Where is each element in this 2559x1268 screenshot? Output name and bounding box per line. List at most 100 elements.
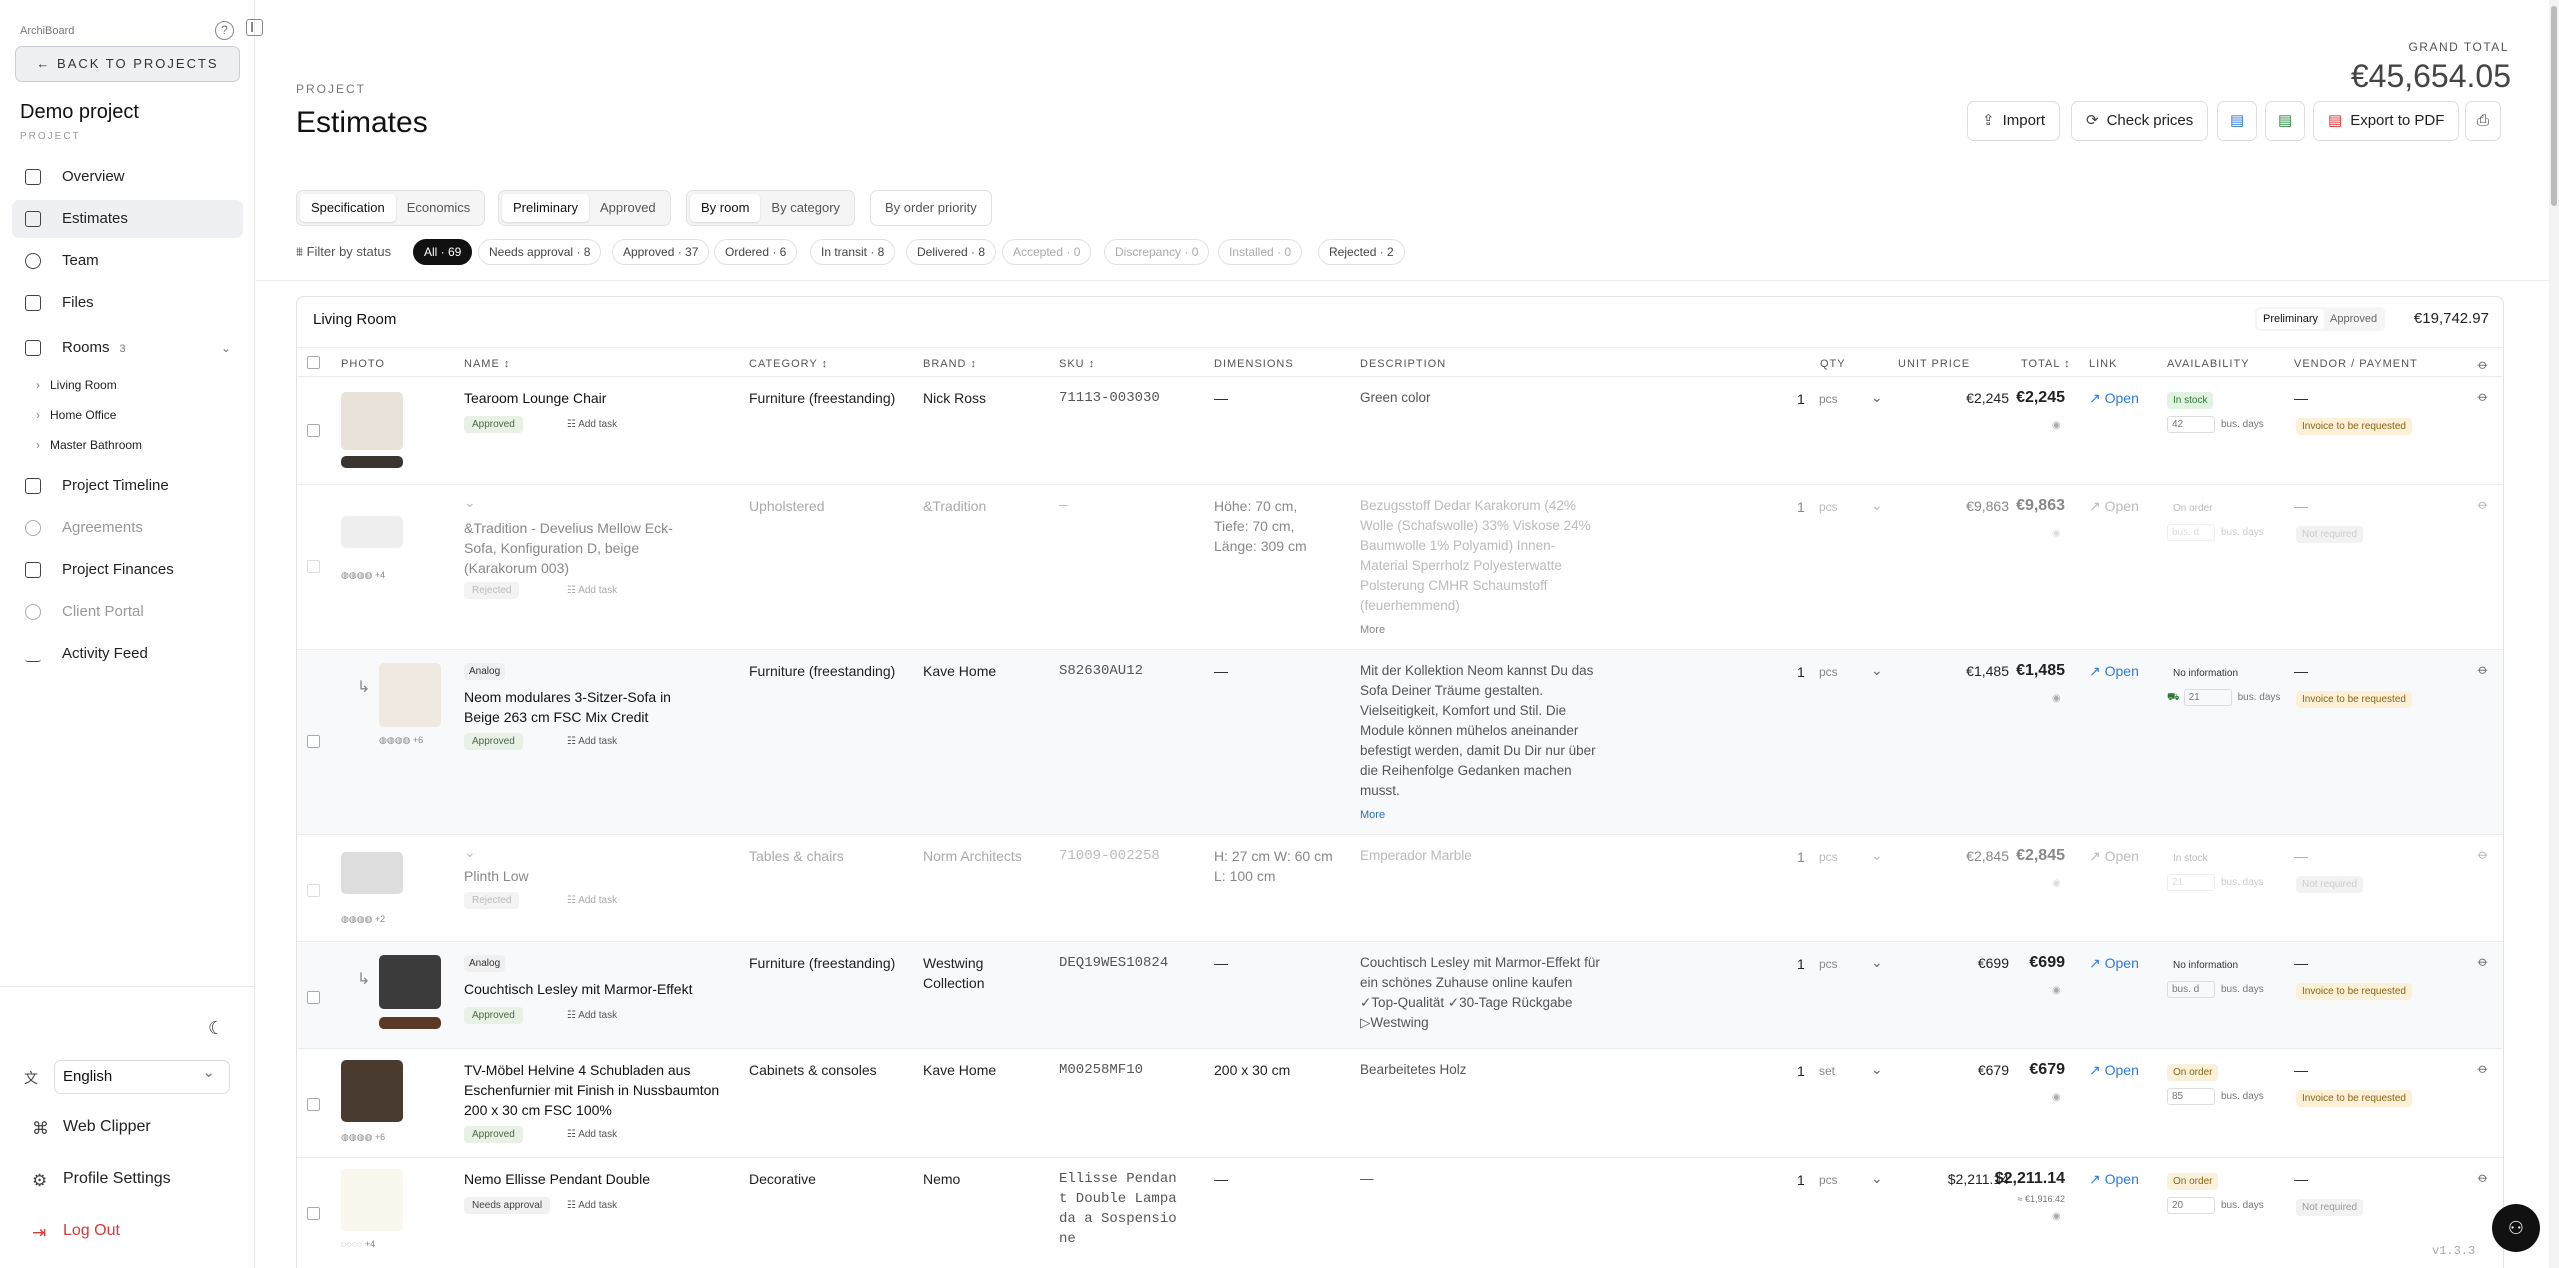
photo-variants[interactable]: ◍◍◍◍ +2: [341, 914, 385, 925]
export-excel-button[interactable]: ▤: [2265, 101, 2306, 141]
eye-icon[interactable]: ◉: [2052, 878, 2061, 889]
product-photo[interactable]: [341, 1060, 403, 1122]
tab-by-room[interactable]: By room: [690, 194, 761, 222]
col-category[interactable]: CATEGORY ↕: [749, 358, 828, 370]
item-unit-price[interactable]: €9,863: [1919, 496, 2009, 516]
product-thumbnail[interactable]: [379, 1017, 441, 1029]
chevron-down-icon[interactable]: ⌄: [1871, 660, 1883, 680]
item-name[interactable]: Neom modulares 3-Sitzer-Sofa in Beige 26…: [464, 687, 704, 727]
scrollbar[interactable]: [2549, 0, 2559, 1268]
delivery-days-input[interactable]: 21: [2183, 689, 2232, 706]
item-qty[interactable]: 1: [1797, 954, 1805, 974]
status-chip-ordered[interactable]: Ordered · 6: [714, 239, 798, 265]
moon-icon[interactable]: ☾: [208, 1018, 224, 1039]
row-checkbox[interactable]: [307, 1098, 320, 1111]
eye-icon[interactable]: ◉: [2052, 1211, 2061, 1222]
product-thumbnail[interactable]: [341, 456, 403, 468]
availability-badge[interactable]: On order: [2167, 1173, 2219, 1190]
table-row[interactable]: ⌄ ◍◍◍◍ +2 Plinth Low Rejected ☷ Add task…: [297, 836, 2503, 942]
status-badge[interactable]: Approved: [464, 416, 523, 433]
more-link[interactable]: More: [1360, 620, 1385, 640]
add-task-button[interactable]: ☷ Add task: [567, 892, 617, 909]
sidebar-item-estimates[interactable]: Estimates: [12, 200, 243, 238]
filter-label[interactable]: ⩩ Filter by status: [296, 244, 391, 260]
status-chip-rejected[interactable]: Rejected · 2: [1318, 239, 1405, 265]
status-badge[interactable]: Approved: [464, 1007, 523, 1024]
availability-badge[interactable]: No information: [2167, 957, 2244, 974]
eye-icon[interactable]: ◉: [2052, 1092, 2061, 1103]
paperclip-icon[interactable]: ⌀: [2474, 661, 2491, 679]
status-badge[interactable]: Needs approval: [464, 1197, 551, 1214]
chevron-down-icon[interactable]: ⌄: [1871, 495, 1883, 515]
status-chip-delivered[interactable]: Delivered · 8: [906, 239, 997, 265]
delivery-days[interactable]: 20 bus. days: [2167, 1197, 2264, 1214]
item-unit-price[interactable]: €2,245: [1919, 388, 2009, 408]
vendor-payment-badge[interactable]: Not required: [2296, 876, 2364, 893]
sidebar-room-bathroom[interactable]: Master Bathroom: [36, 438, 142, 452]
item-unit-price[interactable]: €679: [1919, 1060, 2009, 1080]
sidebar-item-portal[interactable]: Client Portal: [12, 593, 243, 631]
chevron-down-icon[interactable]: ⌄: [464, 492, 476, 512]
row-checkbox[interactable]: [307, 424, 320, 437]
chevron-down-icon[interactable]: ⌄: [464, 842, 476, 862]
chevron-down-icon[interactable]: ⌄: [221, 329, 231, 367]
status-chip-needs-approval[interactable]: Needs approval · 8: [478, 239, 602, 265]
table-row[interactable]: ↳ Analog Couchtisch Lesley mit Marmor-Ef…: [297, 943, 2503, 1049]
open-link[interactable]: ↗ Open: [2089, 846, 2139, 866]
add-task-button[interactable]: ☷ Add task: [567, 416, 617, 433]
delivery-days[interactable]: 42 bus. days: [2167, 416, 2264, 433]
product-photo[interactable]: [341, 852, 403, 894]
sidebar-room-living[interactable]: Living Room: [36, 378, 117, 392]
language-select[interactable]: English: [54, 1057, 230, 1094]
web-clipper-link[interactable]: ⌘ Web Clipper: [32, 1118, 151, 1138]
photo-variants[interactable]: ◌◌◌◌ +4: [341, 1239, 375, 1249]
eye-icon[interactable]: ◉: [2052, 693, 2061, 704]
status-badge[interactable]: Rejected: [464, 582, 520, 599]
profile-settings-link[interactable]: ⚙ Profile Settings: [32, 1170, 171, 1190]
status-chip-accepted[interactable]: Accepted · 0: [1002, 239, 1092, 265]
open-link[interactable]: ↗ Open: [2089, 1060, 2139, 1080]
add-task-button[interactable]: ☷ Add task: [567, 582, 617, 599]
vendor-payment-badge[interactable]: Not required: [2296, 1199, 2364, 1216]
eye-icon[interactable]: ◉: [2052, 528, 2061, 539]
item-name[interactable]: TV-Möbel Helvine 4 Schubladen aus Eschen…: [464, 1060, 724, 1120]
table-row[interactable]: ⌄ ◍◍◍◍ +4 &Tradition - Develius Mellow E…: [297, 486, 2503, 650]
eye-icon[interactable]: ◉: [2052, 985, 2061, 996]
delivery-days[interactable]: bus. d bus. days: [2167, 524, 2264, 541]
item-name[interactable]: Plinth Low: [464, 866, 704, 886]
delivery-days[interactable]: 85 bus. days: [2167, 1088, 2264, 1105]
room-tab-preliminary[interactable]: Preliminary: [2257, 309, 2325, 329]
delivery-days-input[interactable]: 20: [2167, 1197, 2215, 1214]
tab-economics[interactable]: Economics: [396, 194, 482, 222]
tab-by-category[interactable]: By category: [760, 194, 851, 222]
add-task-button[interactable]: ☷ Add task: [567, 1126, 617, 1143]
row-checkbox[interactable]: [307, 735, 320, 748]
row-checkbox[interactable]: [307, 1207, 320, 1220]
paperclip-icon[interactable]: ⌀: [2474, 388, 2491, 406]
row-checkbox[interactable]: [307, 991, 320, 1004]
sidebar-item-agreements[interactable]: Agreements: [12, 509, 243, 547]
eye-icon[interactable]: ◉: [2052, 420, 2061, 431]
select-all-checkbox[interactable]: [307, 356, 320, 369]
delivery-days-input[interactable]: 42: [2167, 416, 2215, 433]
add-task-button[interactable]: ☷ Add task: [567, 1197, 617, 1214]
vendor-payment-badge[interactable]: Invoice to be requested: [2296, 1090, 2412, 1107]
product-photo[interactable]: [341, 1169, 403, 1231]
delivery-days[interactable]: ⛟ 21 bus. days: [2167, 689, 2280, 706]
availability-badge[interactable]: No information: [2167, 665, 2244, 682]
row-checkbox[interactable]: [307, 560, 320, 573]
item-qty[interactable]: 1: [1797, 389, 1805, 409]
status-chip-in-transit[interactable]: In transit · 8: [810, 239, 896, 265]
delivery-days[interactable]: 21 bus. days: [2167, 874, 2264, 891]
photo-variants[interactable]: ◍◍◍◍ +6: [379, 735, 423, 746]
delivery-days-input[interactable]: bus. d: [2167, 524, 2215, 541]
item-unit-price[interactable]: €699: [1919, 953, 2009, 973]
more-link[interactable]: More: [1360, 805, 1385, 825]
open-link[interactable]: ↗ Open: [2089, 953, 2139, 973]
delivery-days[interactable]: bus. d bus. days: [2167, 981, 2264, 998]
chevron-down-icon[interactable]: ⌄: [1871, 952, 1883, 972]
item-name[interactable]: &Tradition - Develius Mellow Eck-Sofa, K…: [464, 518, 704, 578]
status-chip-approved[interactable]: Approved · 37: [612, 239, 710, 265]
status-badge[interactable]: Approved: [464, 733, 523, 750]
chevron-down-icon[interactable]: ⌄: [1871, 1059, 1883, 1079]
